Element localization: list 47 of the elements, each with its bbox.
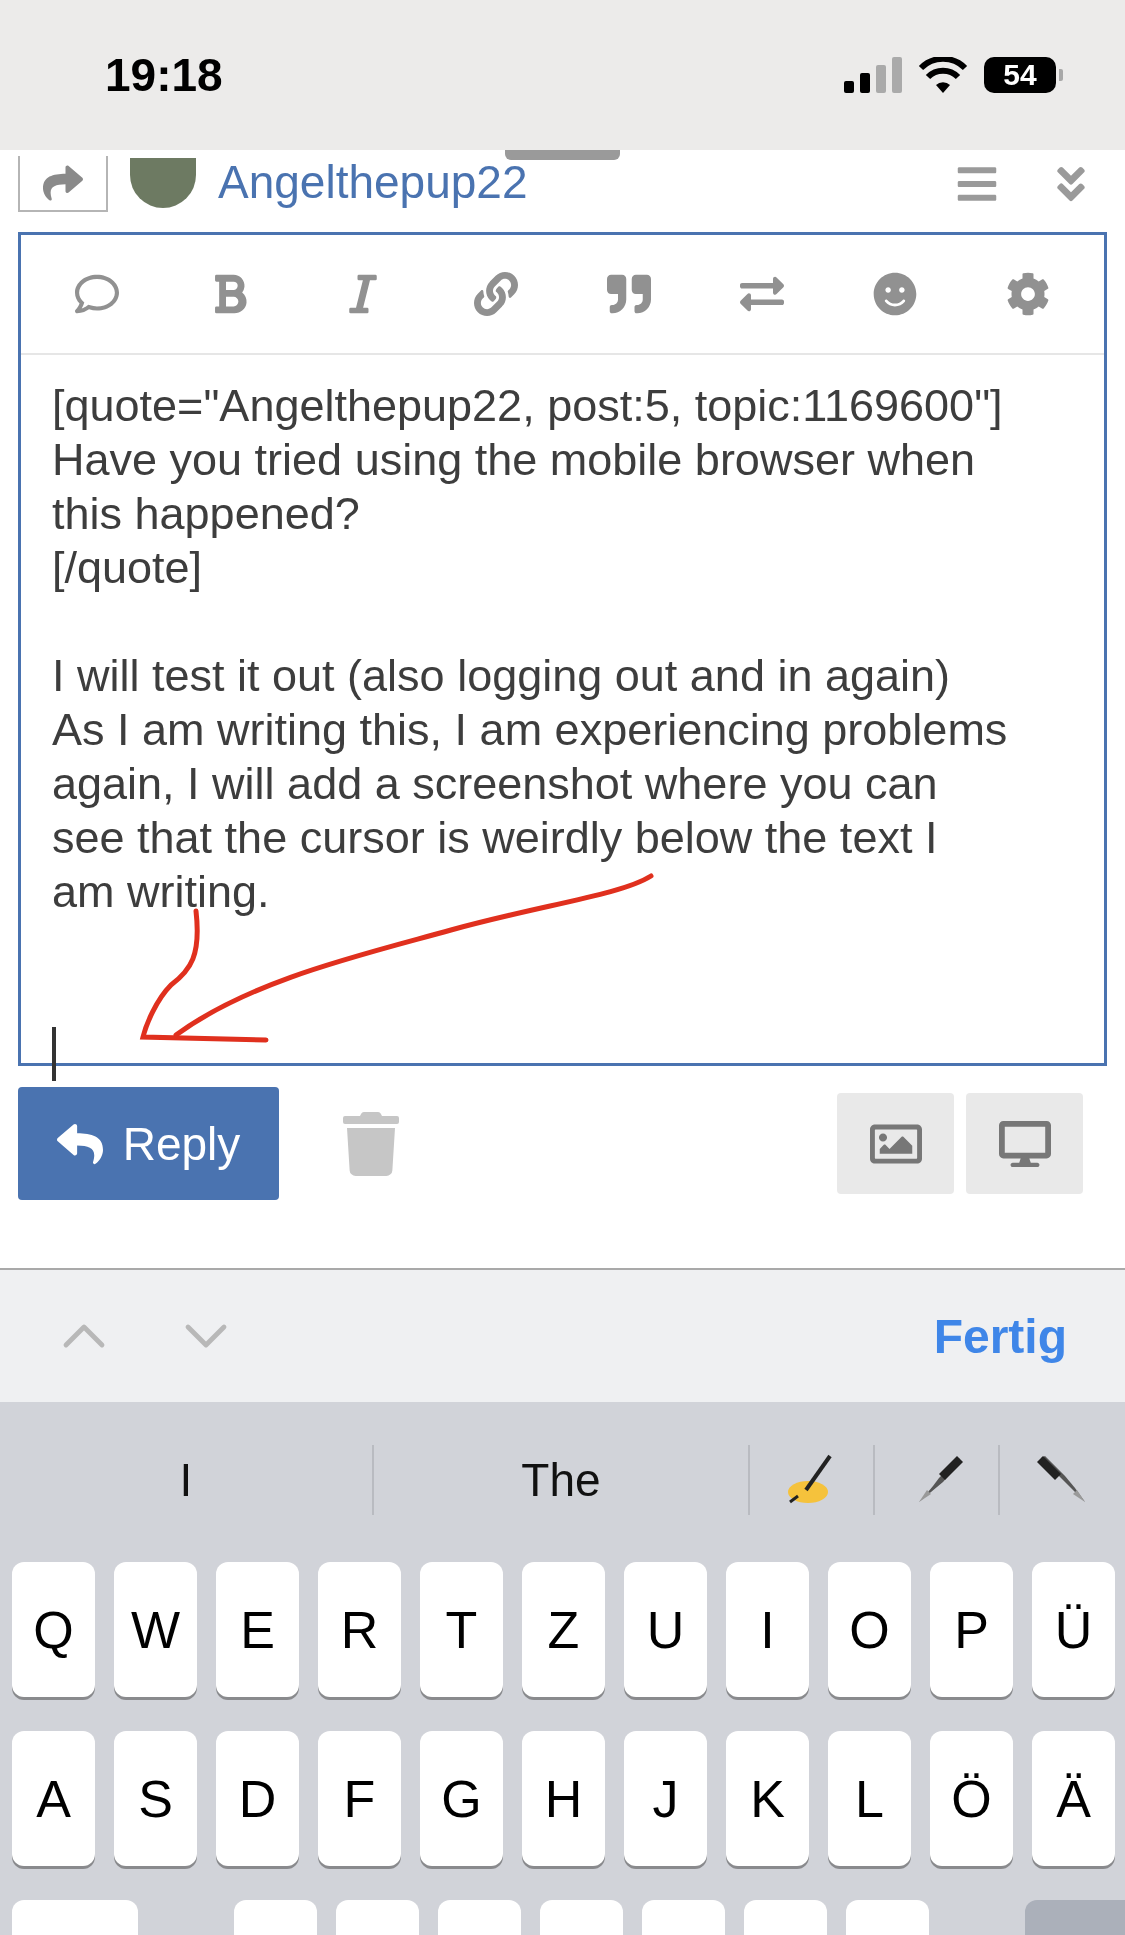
wifi-icon [918,57,968,93]
suggestion[interactable]: The [372,1445,748,1515]
reply-button[interactable]: Reply [18,1087,279,1200]
editor-line: again, I will add a screenshot where you can [52,757,939,811]
key[interactable]: R [318,1562,401,1697]
key[interactable]: S [114,1731,197,1866]
key[interactable]: P [930,1562,1013,1697]
editor-box[interactable] [18,232,1107,1066]
key[interactable]: F [318,1731,401,1866]
avatar [130,158,196,208]
key[interactable]: A [12,1731,95,1866]
drag-handle[interactable] [505,150,620,160]
key[interactable]: H [522,1731,605,1866]
editor-line: Have you tried using the mobile browser when [52,433,976,487]
key[interactable]: U [624,1562,707,1697]
status-time: 19:18 [105,48,223,102]
key[interactable]: Q [12,1562,95,1697]
editor-line: As I am writing this, I am experiencing problems [52,703,1009,757]
key[interactable]: K [726,1731,809,1866]
key[interactable]: W [114,1562,197,1697]
key[interactable]: Ü [1032,1562,1115,1697]
editor-line: see that the cursor is weirdly below the text I [52,811,939,865]
key[interactable]: Z [522,1562,605,1697]
username-link[interactable]: Angelthepup22 [218,158,528,206]
editor-line: [quote="Angelthepup22, post:5, topic:1169600"] [52,379,1004,433]
key[interactable]: G [420,1731,503,1866]
key[interactable]: E [216,1562,299,1697]
editor-line: [/quote] [52,541,204,595]
key[interactable]: D [216,1731,299,1866]
editor-line: I will test it out (also logging out and in again) [52,649,952,703]
share-icon [43,163,83,203]
text-cursor [52,1027,56,1081]
editor-line: am writing. [52,865,271,919]
key[interactable]: O [828,1562,911,1697]
key[interactable]: Ö [930,1731,1013,1866]
signal-icon [844,57,902,93]
desktop-button[interactable] [966,1093,1083,1194]
key[interactable]: J [624,1731,707,1866]
key[interactable]: I [726,1562,809,1697]
battery-indicator: 54 [984,57,1056,93]
key[interactable]: T [420,1562,503,1697]
key[interactable]: L [828,1731,911,1866]
share-button[interactable] [18,156,108,212]
key[interactable]: Ä [1032,1731,1115,1866]
image-button[interactable] [837,1093,954,1194]
suggestion[interactable]: I [0,1445,372,1515]
editor-line: this happened? [52,487,361,541]
